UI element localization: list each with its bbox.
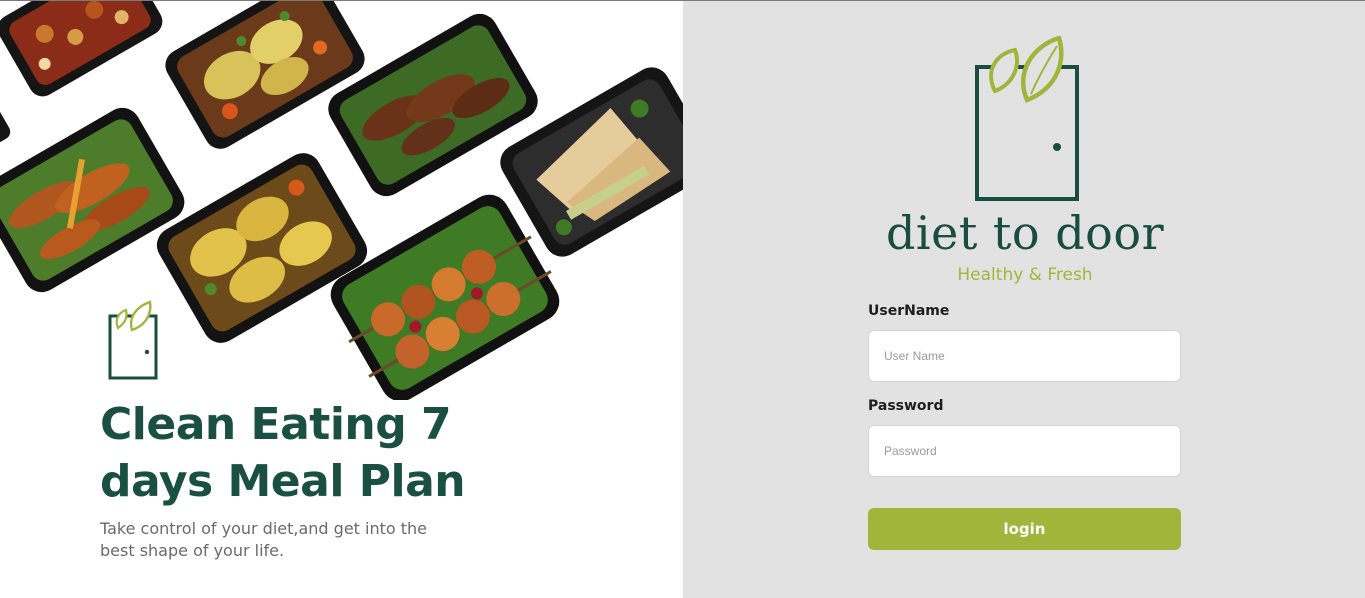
password-label: Password [868,398,944,414]
hero-title-line-1: Clean Eating 7 [100,399,452,450]
login-panel: diet to door Healthy & Fresh UserName Pa… [683,0,1365,598]
login-button[interactable]: login [868,508,1181,550]
hero-subtitle: Take control of your diet,and get into t… [100,518,460,562]
password-input[interactable] [868,425,1181,477]
meal-containers-image [0,0,683,400]
hero-subtitle-line-1: Take control of your diet,and get into t… [100,519,428,538]
small-door-logo-icon [108,300,158,380]
door-with-leaves-icon [975,36,1079,201]
top-border-line [0,0,1365,1]
brand-tagline: Healthy & Fresh [957,265,1093,285]
username-input[interactable] [868,330,1181,382]
hero-title: Clean Eating 7 days Meal Plan [100,396,520,510]
hero-title-line-2: days Meal Plan [100,456,466,507]
username-label: UserName [868,303,950,319]
hero-subtitle-line-2: best shape of your life. [100,541,285,560]
hero-panel: Clean Eating 7 days Meal Plan Take contr… [0,0,683,598]
brand-name: diet to door [885,206,1165,260]
